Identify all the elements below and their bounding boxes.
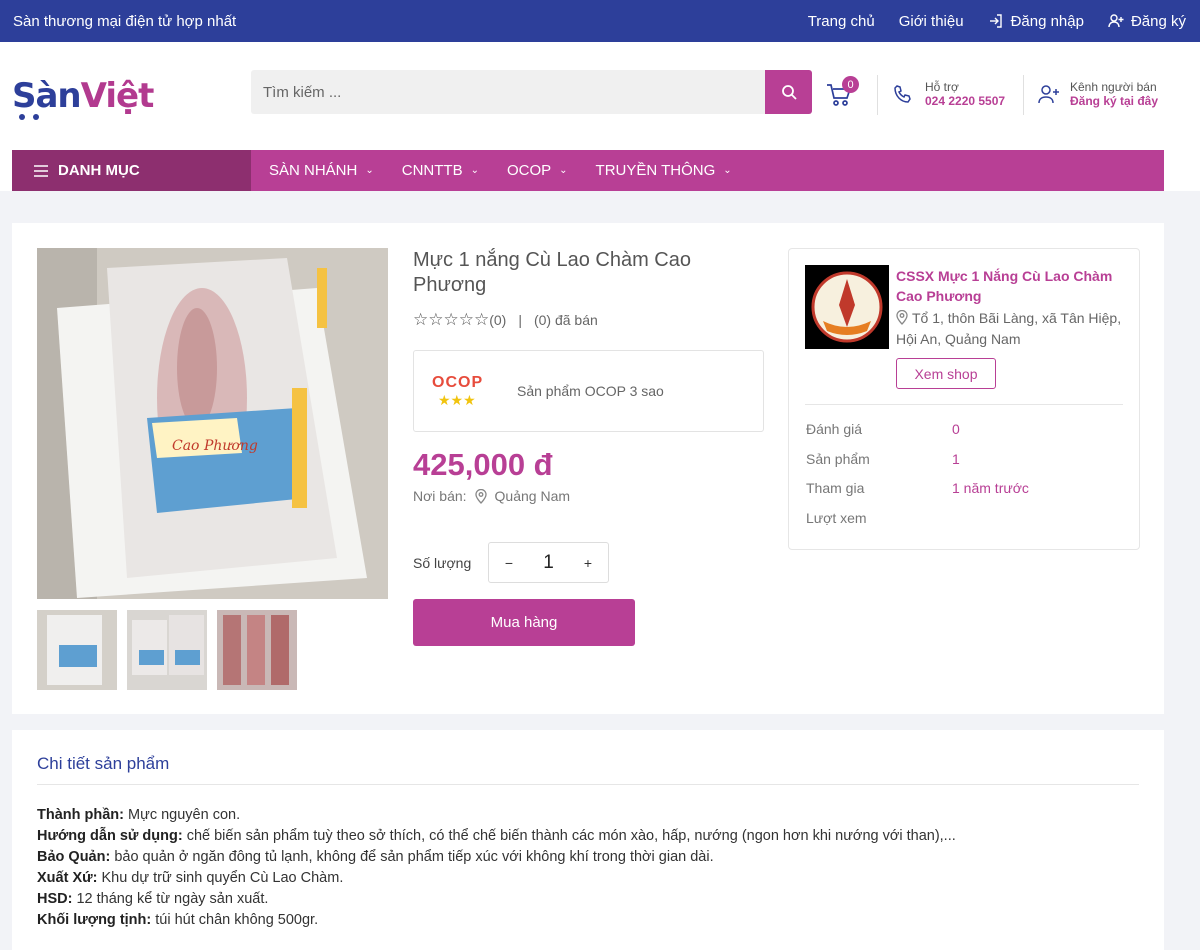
stat-row: Sản phẩm 1 — [806, 450, 960, 467]
phone-icon — [894, 85, 911, 103]
stat-row: Tham gia 1 năm trước — [806, 480, 1029, 496]
origin-label: Nơi bán: — [413, 488, 467, 504]
detail-row: Xuất Xứ: Khu dự trữ sinh quyển Cù Lao Ch… — [37, 870, 344, 886]
stat-row: Lượt xem — [806, 509, 867, 526]
detail-row: Bảo Quản: bảo quản ở ngăn đông tủ lạnh, … — [37, 849, 714, 865]
site-logo[interactable]: Sàn Việt — [12, 76, 154, 120]
register-link[interactable]: Đăng ký — [1108, 13, 1186, 30]
home-link[interactable]: Trang chủ — [808, 13, 875, 30]
buy-button[interactable]: Mua hàng — [413, 599, 635, 646]
divider — [805, 404, 1123, 405]
seller-channel[interactable]: Kênh người bán Đăng ký tại đây — [1038, 80, 1158, 108]
thumbnail-image[interactable] — [127, 610, 207, 690]
site-slogan: Sàn thương mại điện tử hợp nhất — [13, 12, 237, 30]
shop-logo[interactable] — [805, 265, 889, 349]
detail-row: Khối lượng tịnh: túi hút chân không 500g… — [37, 912, 319, 928]
separator: | — [518, 312, 522, 328]
details-list: Thành phần: Mực nguyên con. Hướng dẫn sử… — [37, 805, 956, 931]
product-card: Cao Phương Mực 1 nắng Cù Lao Chàm Cao Ph… — [12, 223, 1164, 714]
origin-value: Quảng Nam — [494, 488, 571, 504]
svg-text:Cao Phương: Cao Phương — [172, 438, 258, 454]
product-thumbnails — [37, 610, 297, 690]
top-links: Trang chủ Giới thiệu Đăng nhập Đăng ký — [784, 13, 1186, 30]
details-title: Chi tiết sản phẩm — [37, 754, 170, 773]
detail-row: HSD: 12 tháng kể từ ngày sản xuất. — [37, 891, 269, 907]
divider — [1023, 75, 1024, 115]
product-details: Chi tiết sản phẩm Thành phần: Mực nguyên… — [12, 730, 1164, 950]
divider — [877, 75, 878, 115]
cart-count-badge: 0 — [842, 76, 859, 93]
seller-register-link[interactable]: Đăng ký tại đây — [1070, 94, 1158, 108]
nav-item-ocop[interactable]: OCOP ⌄ — [507, 162, 568, 179]
shop-stats: Đánh giá 0 Sản phẩm 1 Tham gia 1 năm trước … — [806, 421, 1029, 539]
shop-address: Tổ 1, thôn Bãi Làng, xã Tân Hiệp, Hội An… — [896, 309, 1122, 347]
thumbnail-image[interactable] — [37, 610, 117, 690]
sold-count: (0) đã bán — [533, 312, 598, 328]
chevron-down-icon: ⌄ — [559, 165, 568, 176]
stat-row: Đánh giá 0 — [806, 421, 960, 437]
product-title: Mực 1 nắng Cù Lao Chàm Cao Phương — [413, 249, 691, 296]
shop-info-panel: CSSX Mực 1 Nắng Cù Lao Chàm Cao Phương T… — [788, 248, 1140, 550]
search-button[interactable] — [765, 70, 812, 114]
user-plus-icon — [1038, 85, 1059, 104]
nav-item-san-nhanh[interactable]: SÀN NHÁNH ⌄ — [269, 162, 374, 179]
support-info[interactable]: Hỗ trợ 024 2220 5507 — [893, 80, 1005, 108]
cart-logo-icon — [19, 114, 39, 120]
ocop-logo: OCOP ★★★ — [414, 374, 504, 409]
chevron-down-icon: ⌄ — [365, 165, 374, 176]
chevron-down-icon: ⌄ — [723, 165, 732, 176]
detail-row: Thành phần: Mực nguyên con. — [37, 807, 241, 823]
search-icon — [781, 85, 797, 100]
support-label: Hỗ trợ — [925, 80, 959, 94]
cart-button[interactable]: 0 — [826, 76, 859, 112]
thumbnail-image[interactable] — [217, 610, 297, 690]
nav-item-truyen-thong[interactable]: TRUYỀN THÔNG ⌄ — [596, 162, 732, 179]
ocop-text: Sản phẩm OCOP 3 sao — [517, 383, 664, 399]
about-link[interactable]: Giới thiệu — [899, 13, 964, 30]
ocop-logo-text: OCOP — [432, 373, 484, 391]
top-bar: Sàn thương mại điện tử hợp nhất Trang ch… — [0, 0, 1200, 42]
menu-icon — [34, 164, 48, 177]
product-origin: Nơi bán: Quảng Nam — [413, 488, 570, 504]
product-rating: ☆☆☆☆☆ (0) | (0) đã bán — [413, 310, 598, 330]
support-phone: 024 2220 5507 — [925, 94, 1006, 108]
login-link[interactable]: Đăng nhập — [988, 13, 1084, 30]
search-bar — [251, 70, 812, 114]
decrease-button[interactable]: − — [497, 555, 521, 571]
view-shop-button[interactable]: Xem shop — [896, 358, 996, 389]
shop-name[interactable]: CSSX Mực 1 Nắng Cù Lao Chàm Cao Phương — [896, 266, 1126, 306]
increase-button[interactable]: + — [576, 555, 600, 571]
rating-count: (0) — [489, 312, 507, 328]
ocop-badge-box: OCOP ★★★ Sản phẩm OCOP 3 sao — [413, 350, 764, 432]
divider — [37, 784, 1139, 785]
ocop-stars: ★★★ — [438, 391, 476, 408]
star-rating-icon: ☆☆☆☆☆ — [413, 310, 490, 329]
location-icon — [474, 488, 487, 504]
location-icon — [896, 309, 908, 325]
detail-row: Hướng dẫn sử dụng: chế biến sản phẩm tuỳ… — [37, 828, 956, 844]
product-main-image[interactable]: Cao Phương — [37, 248, 388, 599]
quantity-label: Số lượng — [413, 555, 472, 571]
seller-label: Kênh người bán — [1070, 80, 1157, 94]
category-menu-button[interactable]: DANH MỤC — [12, 150, 251, 191]
product-price: 425,000 đ — [413, 447, 553, 482]
quantity-value[interactable]: 1 — [543, 552, 554, 574]
quantity-stepper: − 1 + — [488, 542, 609, 583]
search-input[interactable] — [251, 70, 765, 114]
header: SànViệt 0 Hỗ trợ 024 2220 5507 Kênh ngườ… — [0, 42, 1200, 150]
user-plus-icon — [1108, 14, 1124, 28]
nav-item-cnnttb[interactable]: CNNTTB ⌄ — [402, 162, 479, 179]
main-nav: DANH MỤC SÀN NHÁNH ⌄ CNNTTB ⌄ OCOP ⌄ TRUYỀN… — [12, 150, 1164, 191]
chevron-down-icon: ⌄ — [470, 165, 479, 176]
login-icon — [989, 14, 1002, 28]
